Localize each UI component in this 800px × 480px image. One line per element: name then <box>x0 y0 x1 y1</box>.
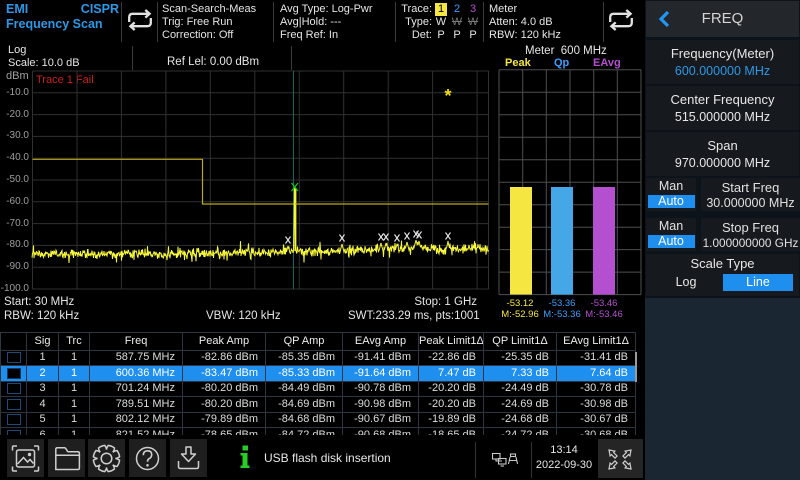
svg-text:*: * <box>444 86 451 106</box>
